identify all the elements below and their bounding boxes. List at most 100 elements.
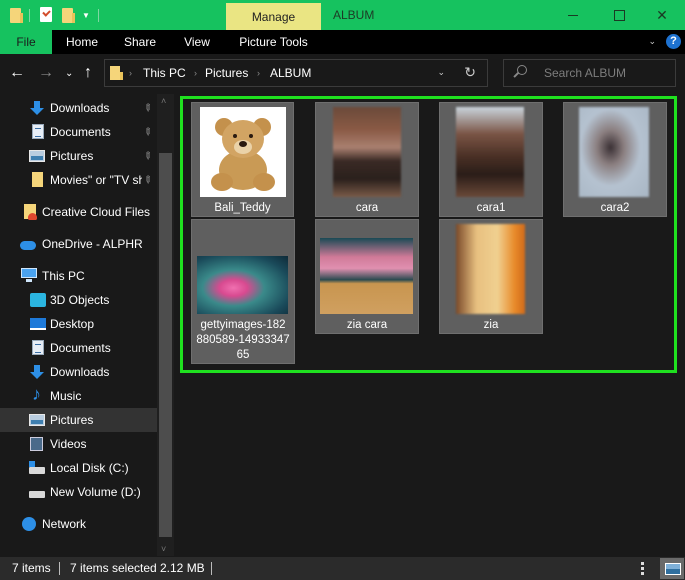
tab-view[interactable]: View bbox=[174, 30, 220, 54]
navigation-pane: Downloads ✎ Documents ✎ Pictures ✎ Movie… bbox=[0, 94, 157, 556]
sidebar-item-label: 3D Objects bbox=[50, 293, 110, 307]
address-bar[interactable]: › This PC › Pictures › ALBUM ⌄ ↻ bbox=[104, 59, 488, 87]
breadcrumb-this-pc[interactable]: This PC bbox=[143, 60, 186, 86]
help-icon[interactable]: ? bbox=[666, 34, 681, 49]
music-icon bbox=[30, 384, 46, 405]
sidebar-item-pictures-pinned[interactable]: Pictures ✎ bbox=[0, 144, 157, 168]
videos-icon bbox=[30, 437, 43, 451]
recent-locations-button[interactable]: ⌄ bbox=[65, 65, 73, 83]
sidebar-item-this-pc[interactable]: This PC bbox=[0, 264, 157, 288]
breadcrumb-separator: › bbox=[129, 68, 132, 78]
sidebar-item-label: This PC bbox=[42, 269, 85, 283]
tab-picture-tools[interactable]: Picture Tools bbox=[226, 30, 321, 54]
sidebar-scrollbar[interactable]: ˄ ˅ bbox=[157, 94, 174, 556]
sidebar-item-label: Videos bbox=[50, 437, 87, 451]
documents-icon bbox=[32, 340, 44, 355]
file-tile-cara1[interactable]: cara1 bbox=[439, 102, 543, 217]
local-disk-icon bbox=[29, 461, 45, 474]
pin-icon[interactable]: ✎ bbox=[140, 173, 154, 187]
sidebar-item-network[interactable]: Network bbox=[0, 512, 157, 536]
sidebar-item-documents-pinned[interactable]: Documents ✎ bbox=[0, 120, 157, 144]
minimize-button[interactable] bbox=[550, 0, 596, 30]
file-name: cara1 bbox=[476, 202, 506, 214]
sidebar-item-videos[interactable]: Videos bbox=[0, 432, 157, 456]
sidebar-item-new-volume-d[interactable]: New Volume (D:) bbox=[0, 480, 157, 504]
file-tile-gettyimages[interactable]: gettyimages-182 880589-14933347 65 bbox=[191, 219, 295, 364]
file-name-line: gettyimages-182 bbox=[200, 319, 286, 331]
file-tile-zia-cara[interactable]: zia cara bbox=[315, 219, 419, 334]
properties-icon[interactable] bbox=[40, 7, 52, 22]
sidebar-item-local-disk-c[interactable]: Local Disk (C:) bbox=[0, 456, 157, 480]
thumbnail-blurred-portrait bbox=[579, 107, 649, 197]
breadcrumb-pictures[interactable]: Pictures bbox=[205, 60, 248, 86]
sidebar-item-label: Desktop bbox=[50, 317, 95, 331]
pin-icon[interactable]: ✎ bbox=[140, 101, 154, 115]
customize-dropdown-icon[interactable]: ▼ bbox=[82, 11, 90, 20]
sidebar-item-music[interactable]: Music bbox=[0, 384, 157, 408]
new-folder-icon[interactable] bbox=[62, 8, 75, 23]
sidebar-item-label: OneDrive - ALPHR bbox=[42, 237, 143, 251]
up-button[interactable]: ↑ bbox=[84, 64, 92, 82]
sidebar-item-onedrive[interactable]: OneDrive - ALPHR bbox=[0, 232, 157, 256]
sidebar-item-label: Pictures bbox=[50, 413, 94, 427]
tab-share[interactable]: Share bbox=[116, 30, 164, 54]
file-name: zia cara bbox=[346, 319, 388, 331]
selected-size: 2.12 MB bbox=[160, 561, 205, 575]
thumbnail-blurred-portrait bbox=[456, 107, 524, 197]
file-name: Bali_Teddy bbox=[214, 202, 271, 214]
documents-icon bbox=[32, 124, 44, 139]
pictures-icon bbox=[29, 414, 45, 426]
item-count: 7 items bbox=[12, 561, 51, 575]
tab-home[interactable]: Home bbox=[58, 30, 106, 54]
forward-button[interactable]: → bbox=[38, 64, 54, 82]
search-box[interactable]: Search ALBUM bbox=[503, 59, 676, 87]
scroll-down-arrow-icon[interactable]: ˅ bbox=[161, 544, 166, 554]
sidebar-item-movies-pinned[interactable]: Movies" or "TV sh ✎ bbox=[0, 168, 157, 192]
sidebar-item-creative-cloud[interactable]: Creative Cloud Files bbox=[0, 200, 157, 224]
sidebar-item-pictures[interactable]: Pictures bbox=[0, 408, 157, 432]
maximize-button[interactable] bbox=[596, 0, 642, 30]
sidebar-item-label: Downloads bbox=[50, 365, 110, 379]
contextual-tab-manage[interactable]: Manage bbox=[226, 3, 321, 30]
sidebar-item-desktop[interactable]: Desktop bbox=[0, 312, 157, 336]
sidebar-item-label: New Volume (D:) bbox=[50, 485, 141, 499]
file-tile-zia[interactable]: zia bbox=[439, 219, 543, 334]
sidebar-item-documents[interactable]: Documents bbox=[0, 336, 157, 360]
scrollbar-thumb[interactable] bbox=[159, 153, 172, 537]
ribbon-tabs: File Home Share View Picture Tools ⌄ ? bbox=[0, 30, 685, 54]
expand-ribbon-icon[interactable]: ⌄ bbox=[648, 36, 656, 47]
sidebar-item-label: Creative Cloud Files bbox=[42, 205, 151, 219]
file-tile-cara2[interactable]: cara2 bbox=[563, 102, 667, 217]
scroll-up-arrow-icon[interactable]: ˄ bbox=[161, 96, 166, 106]
breadcrumb-album[interactable]: ALBUM bbox=[270, 60, 311, 86]
sidebar-item-3d-objects[interactable]: 3D Objects bbox=[0, 288, 157, 312]
sidebar-item-label: Downloads bbox=[50, 101, 110, 115]
sidebar-item-downloads-pinned[interactable]: Downloads ✎ bbox=[0, 96, 157, 120]
pin-icon[interactable]: ✎ bbox=[140, 125, 154, 139]
pin-icon[interactable]: ✎ bbox=[140, 149, 154, 163]
teddy-bear-image bbox=[211, 118, 275, 191]
search-placeholder: Search ALBUM bbox=[544, 66, 627, 80]
sidebar-item-label: Pictures bbox=[50, 149, 94, 163]
pictures-icon bbox=[29, 150, 45, 162]
file-tile-bali-teddy[interactable]: Bali_Teddy bbox=[191, 102, 294, 217]
file-name-line: 65 bbox=[236, 349, 250, 361]
back-button[interactable]: ← bbox=[9, 64, 25, 82]
this-pc-icon bbox=[21, 268, 37, 282]
sidebar-item-downloads[interactable]: Downloads bbox=[0, 360, 157, 384]
large-icons-view-button[interactable] bbox=[660, 558, 684, 579]
file-tile-cara[interactable]: cara bbox=[315, 102, 419, 217]
selected-count: 7 items selected bbox=[70, 561, 157, 575]
folder-icon bbox=[110, 66, 123, 80]
window-title: ALBUM bbox=[333, 8, 375, 22]
status-separator bbox=[59, 562, 60, 575]
search-icon bbox=[517, 65, 527, 75]
title-bar: ▼ Manage ALBUM ✕ bbox=[0, 0, 685, 30]
refresh-icon[interactable]: ↻ bbox=[464, 64, 476, 81]
folder-icon[interactable] bbox=[10, 8, 23, 23]
address-dropdown-icon[interactable]: ⌄ bbox=[437, 67, 445, 78]
details-view-button[interactable] bbox=[641, 562, 653, 575]
close-button[interactable]: ✕ bbox=[639, 0, 685, 30]
creative-cloud-icon bbox=[24, 204, 37, 220]
tab-file[interactable]: File bbox=[0, 30, 52, 54]
